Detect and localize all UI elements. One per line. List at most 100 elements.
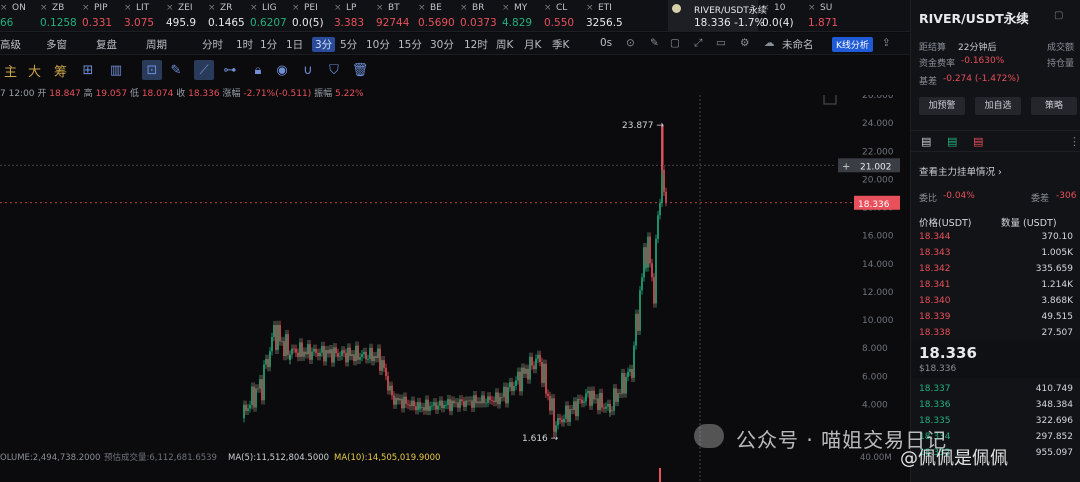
add-alert-button[interactable]: 加预警 xyxy=(919,97,965,115)
ticker-item[interactable]: × ZR 0.1465 xyxy=(208,0,248,31)
indicator-icon[interactable]: ⊞ xyxy=(78,60,98,80)
close-icon[interactable]: × xyxy=(418,3,426,13)
add-watchlist-button[interactable]: 加自选 xyxy=(975,97,1021,115)
ticker-item[interactable]: × PEI 0.0(5) xyxy=(292,0,332,31)
toolbar-1d[interactable]: 1日 xyxy=(286,37,303,52)
toolbar-3m[interactable]: 3分 xyxy=(312,37,336,52)
ticker-item[interactable]: × BE 0.5690 xyxy=(418,0,458,31)
ticker-item[interactable]: × ETI 3256.5 xyxy=(586,0,626,31)
close-icon[interactable]: × xyxy=(292,3,300,13)
trash-icon[interactable]: 🗑︎ xyxy=(350,60,370,80)
ask-row[interactable]: 18.343 1.005K xyxy=(919,248,1073,261)
candle-body xyxy=(409,404,411,407)
settings-icon[interactable]: ⚙ xyxy=(740,37,749,49)
ticker-item[interactable]: × CL 0.550 xyxy=(544,0,584,31)
layout-icon[interactable]: ▥ xyxy=(106,60,126,80)
measure-icon[interactable]: ⊶ xyxy=(220,60,240,80)
close-icon[interactable]: × xyxy=(166,3,174,13)
toolbar-quarter[interactable]: 季K xyxy=(552,37,569,52)
close-icon[interactable]: × xyxy=(460,3,468,13)
bid-row[interactable]: 18.336 348.384 xyxy=(919,400,1073,413)
ticker-item[interactable]: × MY 4.829 xyxy=(502,0,542,31)
ask-row[interactable]: 18.338 27.507 xyxy=(919,328,1073,341)
chips-button[interactable]: 筹 xyxy=(54,61,67,80)
lock-icon[interactable]: 🔒︎ xyxy=(248,60,268,80)
camera-icon[interactable]: ⊙ xyxy=(626,37,635,49)
ticker-item[interactable]: × BR 0.0373 xyxy=(460,0,500,31)
ask-row[interactable]: 18.339 49.515 xyxy=(919,312,1073,325)
ticker-item[interactable]: × ON 66 xyxy=(0,0,40,31)
toolbar-30m[interactable]: 30分 xyxy=(430,37,454,52)
toolbar-k-analysis[interactable]: K线分析 xyxy=(832,37,873,52)
basis-label: 基差 xyxy=(919,77,938,87)
toolbar-replay[interactable]: 复盘 xyxy=(96,37,117,52)
eye-icon[interactable]: ◉ xyxy=(272,60,292,80)
close-icon[interactable]: × xyxy=(250,3,258,13)
close-icon[interactable]: × xyxy=(40,3,48,13)
close-icon[interactable]: × xyxy=(376,3,384,13)
filter-icon[interactable]: ⛉ xyxy=(324,60,344,80)
toolbar-15m[interactable]: 15分 xyxy=(398,37,422,52)
ticker-name: BR xyxy=(472,3,485,13)
ticker-item[interactable]: × ZEI 495.9 xyxy=(166,0,206,31)
close-icon[interactable]: × xyxy=(124,3,132,13)
crosshair-icon[interactable]: ⊡ xyxy=(142,60,162,80)
close-icon[interactable]: × xyxy=(586,3,594,13)
orderbook-bids-icon[interactable]: ▤ xyxy=(947,135,957,148)
toolbar-advanced[interactable]: 高级 xyxy=(0,37,21,52)
col-qty-header[interactable]: 数量 (USDT) xyxy=(1001,215,1057,229)
toolbar-timeshare[interactable]: 分时 xyxy=(202,37,223,52)
ticker-item[interactable]: × SU 1.871 xyxy=(808,0,848,31)
toolbar-1m[interactable]: 1分 xyxy=(260,37,277,52)
close-icon[interactable]: × xyxy=(0,3,8,13)
close-icon[interactable]: × xyxy=(82,3,90,13)
toolbar-multi-window[interactable]: 多窗 xyxy=(46,37,67,52)
ticker-item[interactable]: × ZB 0.1258 xyxy=(40,0,80,31)
ticker-item[interactable]: × BT 92744 xyxy=(376,0,416,31)
line-tool-icon[interactable]: ⟋ xyxy=(194,60,214,80)
magnet-icon[interactable]: ∪ xyxy=(298,60,318,80)
close-icon[interactable]: × xyxy=(808,3,816,13)
share-icon[interactable]: ⇪ xyxy=(882,37,891,49)
bid-row[interactable]: 18.337 410.749 xyxy=(919,384,1073,397)
major-orders-link[interactable]: 查看主力挂单情况 › xyxy=(919,164,1002,178)
window-icon[interactable]: ▭ xyxy=(716,37,726,49)
close-icon[interactable]: × xyxy=(208,3,216,13)
frame-icon[interactable]: ▢ xyxy=(670,37,680,49)
copy-icon[interactable]: ▢ xyxy=(1054,10,1063,21)
ticker-item[interactable]: × LIG 0.6207 xyxy=(250,0,290,31)
close-icon[interactable]: × xyxy=(502,3,510,13)
ticker-item[interactable]: × PIP 0.331 xyxy=(82,0,122,31)
orderbook-both-icon[interactable]: ▤ xyxy=(921,135,931,148)
ticker-item[interactable]: × LP 3.383 xyxy=(334,0,374,31)
edit-icon[interactable]: ✎ xyxy=(650,37,659,49)
toolbar-layout-name[interactable]: 未命名 xyxy=(782,37,814,52)
toolbar-10m[interactable]: 10分 xyxy=(366,37,390,52)
candle-body xyxy=(423,407,425,411)
ask-row[interactable]: 18.342 335.659 xyxy=(919,264,1073,277)
close-icon[interactable]: × xyxy=(334,3,342,13)
toolbar-1h[interactable]: 1时 xyxy=(236,37,253,52)
ask-row[interactable]: 18.340 3.868K xyxy=(919,296,1073,309)
toolbar-5m[interactable]: 5分 xyxy=(340,37,357,52)
ask-row[interactable]: 18.344 370.10 xyxy=(919,232,1073,245)
toolbar-timer[interactable]: 0s xyxy=(600,37,612,49)
precision-icon[interactable]: ⋮ xyxy=(1069,135,1080,148)
cloud-icon[interactable]: ☁ xyxy=(764,37,775,49)
orderbook-asks-icon[interactable]: ▤ xyxy=(973,135,983,148)
ticker-item[interactable]: × LIT 3.075 xyxy=(124,0,164,31)
close-icon[interactable]: × xyxy=(762,3,770,13)
pencil-icon[interactable]: ✎ xyxy=(166,60,186,80)
toolbar-month[interactable]: 月K xyxy=(524,37,541,52)
toolbar-week[interactable]: 周K xyxy=(496,37,513,52)
main-indicator-button[interactable]: 主 xyxy=(4,61,17,80)
close-icon[interactable]: × xyxy=(544,3,552,13)
ticker-item[interactable]: RIVER/USDT永续 18.336 -1.7% xyxy=(668,0,767,31)
expand-icon[interactable]: ⤢ xyxy=(694,37,702,50)
ticker-item[interactable]: × 10 0.0(4) xyxy=(762,0,802,31)
toolbar-period[interactable]: 周期 xyxy=(146,37,167,52)
ask-row[interactable]: 18.341 1.214K xyxy=(919,280,1073,293)
toolbar-12h[interactable]: 12时 xyxy=(464,37,488,52)
strategy-button[interactable]: 策略 xyxy=(1031,97,1077,115)
big-order-button[interactable]: 大 xyxy=(28,61,41,80)
